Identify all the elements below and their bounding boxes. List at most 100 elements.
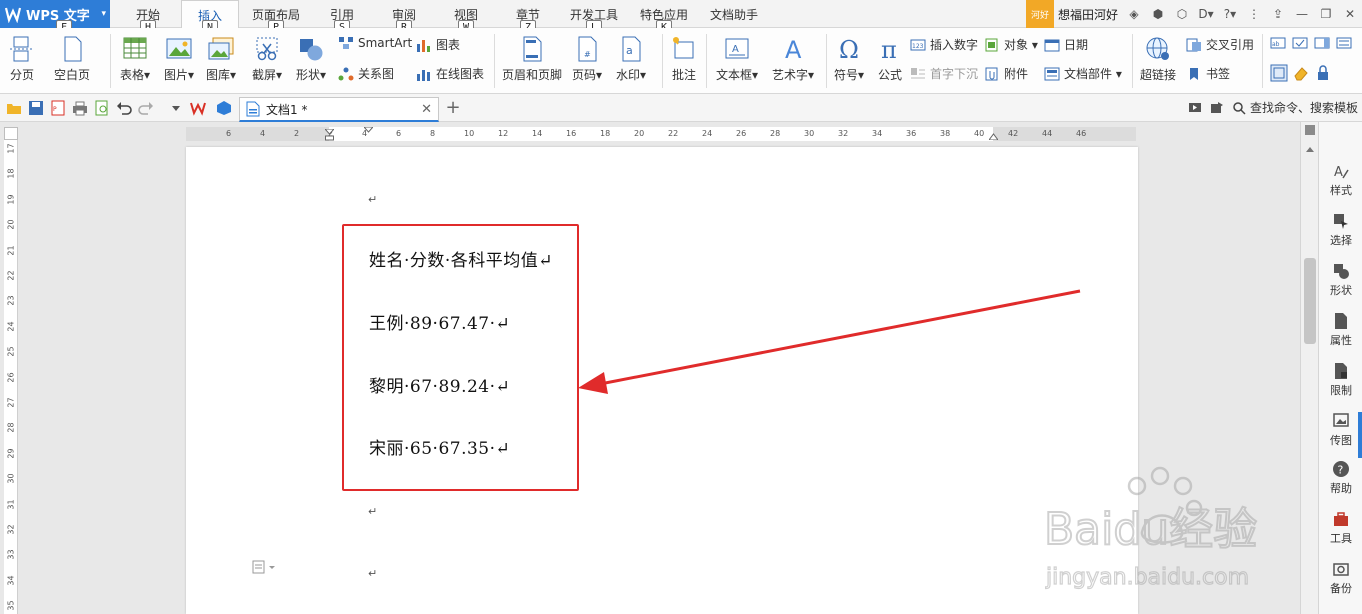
hex-icon[interactable]: ⬡ xyxy=(1172,4,1192,24)
table-button[interactable]: 表格▾ xyxy=(120,36,150,83)
side-properties-button[interactable]: 属性 xyxy=(1319,312,1362,348)
vertical-scrollbar[interactable] xyxy=(1300,122,1318,614)
shape-button[interactable]: 形状▾ xyxy=(296,36,326,83)
checkbox-field-icon[interactable] xyxy=(1292,36,1308,50)
formula-button[interactable]: π 公式 xyxy=(876,36,904,83)
symbol-button[interactable]: Ω 符号▾ xyxy=(834,36,864,83)
side-select-button[interactable]: 选择 xyxy=(1319,212,1362,248)
comment-button[interactable]: 批注 xyxy=(670,36,698,83)
insert-number-button[interactable]: 123 插入数字 xyxy=(910,36,978,53)
date-button[interactable]: 日期 xyxy=(1044,36,1088,53)
header-footer-button[interactable]: 页眉和页脚 xyxy=(502,36,562,83)
side-help-button[interactable]: ? 帮助 xyxy=(1319,460,1362,496)
restore-icon[interactable]: ❐ xyxy=(1316,4,1336,24)
online-chart-button[interactable]: 在线图表 xyxy=(416,65,484,82)
cross-ref-button[interactable]: 交叉引用 xyxy=(1186,36,1254,53)
present-icon[interactable] xyxy=(1188,101,1202,115)
blank-page-button[interactable]: 空白页 xyxy=(54,36,90,83)
tab-doc-assistant[interactable]: 文档助手 xyxy=(706,0,762,28)
skin-icon[interactable]: ◈ xyxy=(1124,4,1144,24)
relation-chart-button[interactable]: 关系图 xyxy=(338,65,394,82)
more-icon[interactable]: ⋮ xyxy=(1244,4,1264,24)
attachment-button[interactable]: 附件 xyxy=(984,65,1028,82)
open-folder-icon[interactable] xyxy=(6,100,22,116)
side-styles-button[interactable]: A 样式 xyxy=(1319,162,1362,198)
minimize-icon[interactable]: — xyxy=(1292,4,1312,24)
page-number-button[interactable]: # 页码▾ xyxy=(572,36,602,83)
svg-text:ab: ab xyxy=(1272,41,1280,48)
watermark-button[interactable]: a 水印▾ xyxy=(616,36,646,83)
textbox-button[interactable]: A 文本框▾ xyxy=(716,36,758,83)
print-preview-icon[interactable] xyxy=(94,100,110,116)
user-name[interactable]: 想福田河好 xyxy=(1054,6,1122,23)
print-icon[interactable] xyxy=(72,100,88,116)
help-icon[interactable]: ?▾ xyxy=(1220,4,1240,24)
side-properties-label: 属性 xyxy=(1330,334,1352,347)
doc-parts-button[interactable]: 文档部件 ▾ xyxy=(1044,65,1122,82)
doc-parts-icon xyxy=(1044,67,1060,80)
gallery-button[interactable]: 图库▾ xyxy=(206,36,236,83)
object-button[interactable]: 对象 ▾ xyxy=(984,36,1038,53)
restrict-icon xyxy=(1335,363,1347,379)
scroll-thumb[interactable] xyxy=(1304,258,1316,344)
command-search[interactable]: 查找命令、搜索模板 xyxy=(1188,99,1358,116)
first-line-indent-marker-icon[interactable] xyxy=(364,127,373,133)
eraser-icon[interactable] xyxy=(1292,64,1310,82)
shirt-icon[interactable]: ⬢ xyxy=(1148,4,1168,24)
wps-w-icon[interactable] xyxy=(190,100,206,116)
ruler-number: 16 xyxy=(566,129,577,138)
side-shape-button[interactable]: 形状 xyxy=(1319,262,1362,298)
list-field-icon[interactable] xyxy=(1336,36,1352,50)
paste-options-icon[interactable] xyxy=(252,560,278,574)
pin-icon[interactable] xyxy=(1304,124,1316,136)
undo-icon[interactable] xyxy=(116,100,132,116)
ruler-corner-button[interactable] xyxy=(4,127,18,140)
svg-text:Ω: Ω xyxy=(839,36,859,62)
ruler-number: 44 xyxy=(1042,129,1053,138)
customize-chevron-icon[interactable] xyxy=(168,100,184,116)
side-tools-button[interactable]: 工具 xyxy=(1319,510,1362,546)
share-icon[interactable]: D▾ xyxy=(1196,4,1216,24)
bookmark-button[interactable]: 书签 xyxy=(1186,65,1230,82)
form-field-icon[interactable]: ab xyxy=(1270,36,1286,50)
scroll-up-icon[interactable] xyxy=(1304,144,1316,154)
relation-chart-label: 关系图 xyxy=(358,67,395,81)
left-indent-marker-icon[interactable] xyxy=(325,129,334,141)
right-indent-marker-icon[interactable] xyxy=(989,133,998,140)
chart-button[interactable]: 图表 xyxy=(416,36,460,53)
share-arrow-icon[interactable] xyxy=(1210,101,1224,115)
export-pdf-icon[interactable]: P xyxy=(50,100,66,116)
smartart-button[interactable]: SmartArt xyxy=(338,36,412,50)
side-transfer-image-button[interactable]: 传图 xyxy=(1319,412,1362,448)
ribbon-separator xyxy=(494,34,495,88)
app-menu-button[interactable]: WPS 文字 ▾ xyxy=(0,0,110,28)
screenshot-button[interactable]: 截屏▾ xyxy=(252,36,282,83)
dropdown-field-icon[interactable] xyxy=(1314,36,1330,50)
close-tab-icon[interactable]: ✕ xyxy=(421,102,432,117)
vertical-ruler[interactable]: 17 18 19 20 21 22 23 24 25 26 27 28 29 30 31 32 33 34 35 xyxy=(4,140,18,614)
picture-button[interactable]: 图片▾ xyxy=(164,36,194,83)
drop-cap-button[interactable]: 首字下沉 xyxy=(910,65,978,82)
horizontal-ruler[interactable]: 6422468101214161820222426283032343638404… xyxy=(186,127,1136,141)
close-icon[interactable]: ✕ xyxy=(1340,4,1360,24)
document-tab[interactable]: 文档1 * ✕ xyxy=(239,97,439,122)
redo-icon[interactable] xyxy=(138,100,154,116)
cube-icon[interactable] xyxy=(216,100,232,116)
hyperlink-button[interactable]: 超链接 xyxy=(1140,36,1176,83)
side-backup-button[interactable]: 备份 xyxy=(1319,560,1362,596)
upload-icon[interactable]: ⇪ xyxy=(1268,4,1288,24)
image-transfer-icon xyxy=(1333,413,1349,427)
blank-page-icon xyxy=(64,36,82,62)
page-break-button[interactable]: 分页 xyxy=(8,36,36,83)
design-mode-icon[interactable] xyxy=(1270,64,1288,82)
attachment-icon xyxy=(985,67,998,80)
wordart-button[interactable]: A 艺术字▾ xyxy=(772,36,814,83)
ruler-number: 22 xyxy=(668,129,679,138)
gallery-icon xyxy=(208,37,234,60)
save-icon[interactable] xyxy=(28,100,44,116)
new-tab-button[interactable]: + xyxy=(444,97,462,118)
side-restrict-button[interactable]: 限制 xyxy=(1319,362,1362,398)
user-badge: 河好 xyxy=(1025,0,1054,28)
lock-icon[interactable] xyxy=(1314,64,1332,82)
ruler-number: 22 xyxy=(6,270,16,281)
